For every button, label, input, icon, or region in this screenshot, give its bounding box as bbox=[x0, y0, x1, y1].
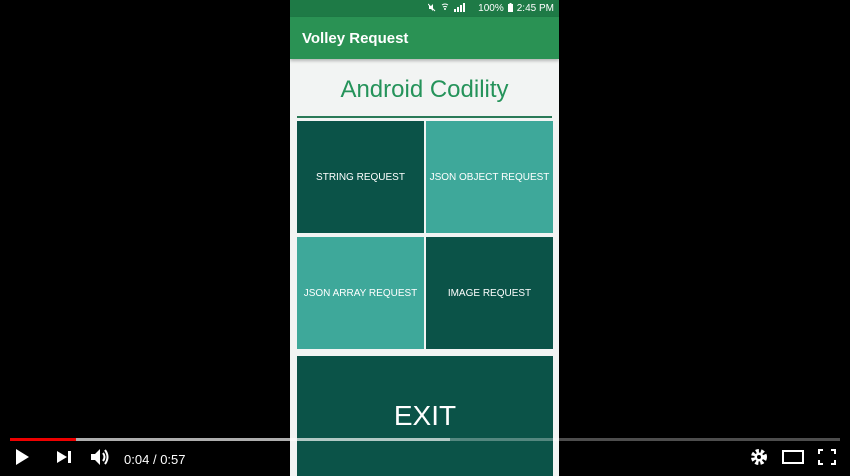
mute-button[interactable] bbox=[84, 448, 118, 471]
page-title: Android Codility bbox=[340, 76, 509, 103]
battery-icon bbox=[507, 2, 513, 15]
time-display: 0:04 / 0:57 bbox=[124, 452, 186, 467]
app-title: Volley Request bbox=[302, 29, 409, 47]
header-divider bbox=[297, 116, 552, 118]
image-request-button[interactable]: IMAGE REQUEST bbox=[426, 237, 553, 349]
settings-icon bbox=[750, 448, 768, 471]
battery-level: 100% bbox=[478, 3, 504, 14]
json-array-request-button[interactable]: JSON ARRAY REQUEST bbox=[297, 237, 424, 349]
fullscreen-icon bbox=[818, 449, 836, 470]
current-time: 0:04 bbox=[124, 452, 150, 467]
next-icon bbox=[56, 450, 72, 469]
volume-icon bbox=[90, 448, 112, 471]
signal-icons bbox=[427, 3, 466, 12]
string-request-label: STRING REQUEST bbox=[316, 171, 405, 183]
phone-screen: 100% 2:45 PM Volley Request Android Codi… bbox=[290, 0, 559, 476]
play-button[interactable] bbox=[0, 448, 44, 471]
theater-mode-button[interactable] bbox=[782, 450, 804, 469]
json-array-request-label: JSON ARRAY REQUEST bbox=[303, 287, 418, 299]
progress-played bbox=[10, 438, 77, 441]
image-request-label: IMAGE REQUEST bbox=[447, 287, 532, 299]
time-separator: / bbox=[152, 452, 157, 467]
status-time: 2:45 PM bbox=[516, 3, 554, 14]
main-content: Android Codility STRING REQUEST JSON OBJ… bbox=[290, 59, 559, 476]
play-icon bbox=[14, 448, 30, 471]
player-controls: 0:04 / 0:57 bbox=[0, 443, 850, 476]
right-controls bbox=[750, 448, 850, 471]
video-progress-bar[interactable] bbox=[10, 438, 840, 441]
json-object-request-button[interactable]: JSON OBJECT REQUEST bbox=[426, 121, 553, 233]
json-object-request-label: JSON OBJECT REQUEST bbox=[429, 171, 550, 183]
status-icons bbox=[427, 3, 474, 14]
theater-mode-icon bbox=[782, 450, 804, 469]
duration: 0:57 bbox=[160, 452, 186, 467]
app-bar: Volley Request bbox=[290, 17, 559, 59]
fullscreen-button[interactable] bbox=[818, 449, 836, 470]
settings-button[interactable] bbox=[750, 448, 768, 471]
next-button[interactable] bbox=[44, 450, 84, 469]
string-request-button[interactable]: STRING REQUEST bbox=[297, 121, 424, 233]
exit-label: EXIT bbox=[393, 400, 457, 431]
status-bar: 100% 2:45 PM bbox=[290, 0, 559, 17]
